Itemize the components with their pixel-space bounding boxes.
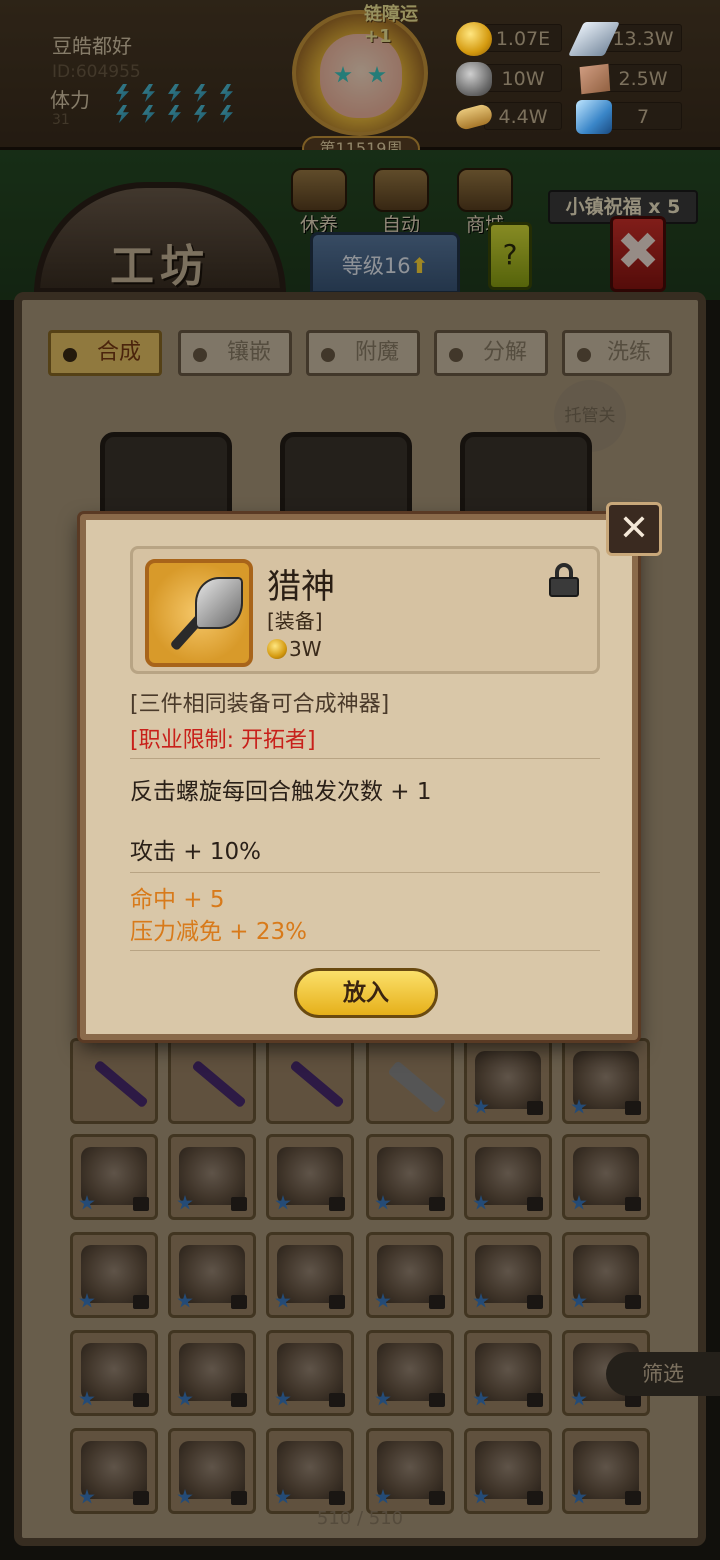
place-button[interactable]: 放入 [294,968,438,1018]
ore-icon [456,62,492,96]
lock-body [549,577,579,597]
stat-line: 攻击 + 10% [130,839,262,865]
item-tooltip: 猎神 [装备] 3W [三件相同装备可合成神器] [职业限制: 开拓者] 反击螺… [80,514,638,1040]
hide-icon [579,63,611,95]
axe-head-icon [195,577,243,629]
price-value: 3W [289,637,322,661]
stat-line: 压力减免 + 23% [130,919,308,945]
gem-icon [576,100,612,134]
divider [130,950,600,951]
lock-icon[interactable] [549,563,579,597]
item-card: 猎神 [装备] 3W [130,546,600,674]
gold-coin-icon [267,639,287,659]
divider [130,758,600,759]
item-type: [装备] [267,609,323,633]
stat-line: 反击螺旋每回合触发次数 + 1 [130,779,432,805]
item-name: 猎神 [267,567,335,607]
item-price: 3W [267,637,322,661]
stat-line: 命中 + 5 [130,887,225,913]
divider [130,872,600,873]
class-restriction: [职业限制: 开拓者] [130,728,316,753]
synthesis-note: [三件相同装备可合成神器] [130,692,390,717]
item-icon-frame [145,559,253,667]
gold-coin-icon [456,22,492,56]
close-tooltip-button[interactable]: ✕ [606,502,662,556]
